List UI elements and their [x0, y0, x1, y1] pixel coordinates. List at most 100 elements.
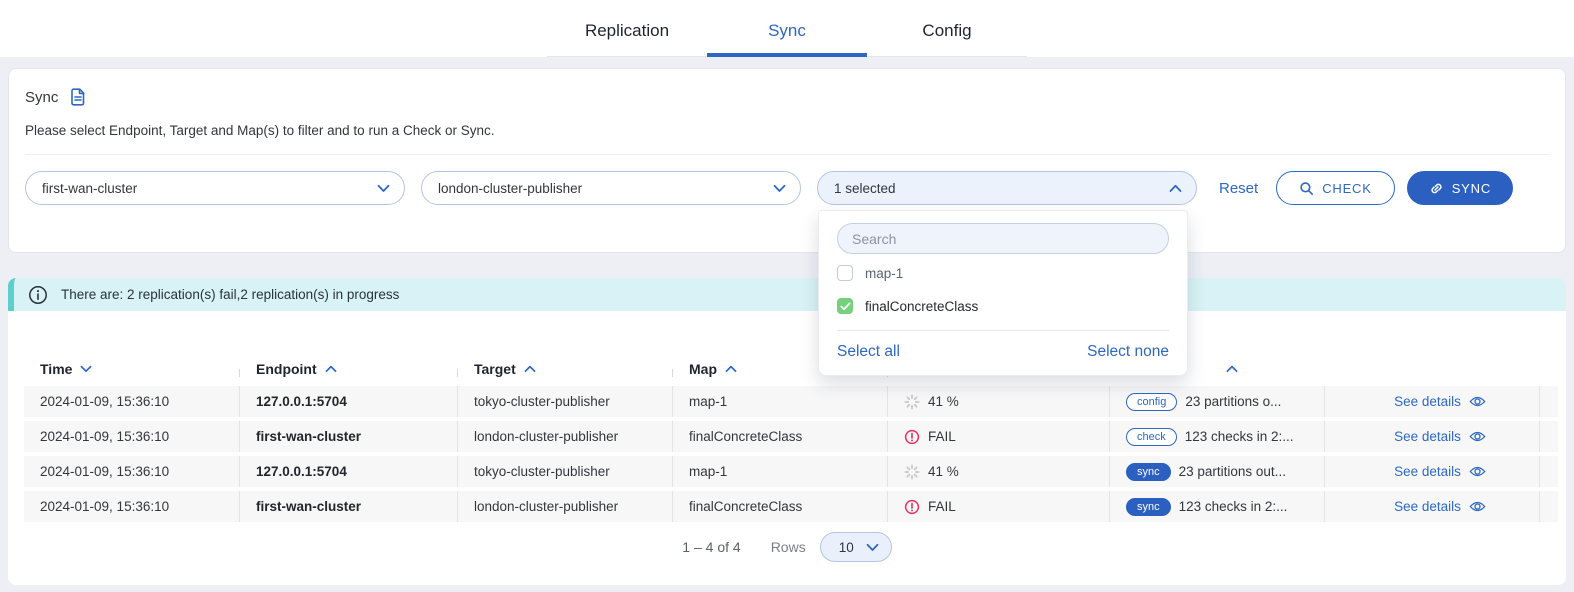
table-row: 2024-01-09, 15:36:10 first-wan-cluster l…: [24, 421, 1558, 452]
time-cell: 2024-01-09, 15:36:10: [24, 421, 240, 452]
message-text: 23 partitions out...: [1179, 464, 1286, 479]
status-text: FAIL: [928, 499, 956, 514]
info-icon: [28, 285, 48, 305]
target-select[interactable]: london-cluster-publisher: [421, 171, 801, 205]
checkbox-checked[interactable]: [837, 298, 853, 314]
endpoint-cell: 127.0.0.1:5704: [240, 456, 458, 487]
map-multiselect[interactable]: 1 selected map-1 finalConcreteClass: [817, 171, 1197, 205]
chevron-down-icon: [866, 543, 879, 552]
time-cell: 2024-01-09, 15:36:10: [24, 386, 240, 417]
map-cell: map-1: [673, 386, 888, 417]
endpoint-select[interactable]: first-wan-cluster: [25, 171, 405, 205]
map-dropdown-panel: map-1 finalConcreteClass Select all Sele…: [818, 210, 1188, 376]
filter-instructions: Please select Endpoint, Target and Map(s…: [25, 123, 1549, 155]
banner-text: There are: 2 replication(s) fail,2 repli…: [61, 287, 399, 302]
target-cell: tokyo-cluster-publisher: [458, 386, 673, 417]
time-cell: 2024-01-09, 15:36:10: [24, 491, 240, 522]
status-badge: config: [1126, 393, 1177, 411]
tab-sync[interactable]: Sync: [707, 7, 867, 57]
sync-filter-card: Sync Please select Endpoint, Target and …: [8, 68, 1566, 253]
tab-config[interactable]: Config: [867, 7, 1027, 57]
link-icon: [1429, 181, 1444, 196]
column-header-target[interactable]: Target: [458, 361, 673, 377]
see-details-link[interactable]: See details: [1394, 394, 1486, 409]
tab-group: Replication Sync Config: [547, 7, 1027, 57]
spinner-icon: [904, 394, 920, 410]
select-all-link[interactable]: Select all: [837, 343, 900, 361]
table-row: 2024-01-09, 15:36:10 127.0.0.1:5704 toky…: [24, 456, 1558, 487]
option-label: map-1: [865, 266, 903, 281]
map-cell: finalConcreteClass: [673, 491, 888, 522]
map-select-value: 1 selected: [834, 181, 896, 196]
map-option-finalconcreteclass[interactable]: finalConcreteClass: [837, 292, 1169, 320]
top-tab-bar: Replication Sync Config: [0, 0, 1574, 57]
info-banner: There are: 2 replication(s) fail,2 repli…: [8, 278, 1566, 311]
eye-icon: [1469, 500, 1486, 513]
message-text: 123 checks in 2:...: [1179, 499, 1288, 514]
status-badge: check: [1126, 428, 1177, 446]
check-button-label: CHECK: [1322, 181, 1372, 196]
message-text: 123 checks in 2:...: [1185, 429, 1294, 444]
map-option-map-1[interactable]: map-1: [837, 259, 1169, 287]
column-label: Target: [474, 361, 516, 377]
time-cell: 2024-01-09, 15:36:10: [24, 456, 240, 487]
chevron-up-icon: [1169, 184, 1182, 193]
select-none-link[interactable]: Select none: [1087, 343, 1169, 361]
page-range: 1 – 4 of 4: [682, 539, 740, 555]
map-cell: finalConcreteClass: [673, 421, 888, 452]
status-cell: FAIL: [888, 421, 1110, 452]
target-select-value: london-cluster-publisher: [438, 181, 582, 196]
sort-desc-icon: [80, 365, 92, 373]
table-row: 2024-01-09, 15:36:10 127.0.0.1:5704 toky…: [24, 386, 1558, 417]
see-details-link[interactable]: See details: [1394, 429, 1486, 444]
eye-icon: [1469, 395, 1486, 408]
rows-per-page-value: 10: [839, 540, 854, 555]
endpoint-select-value: first-wan-cluster: [42, 181, 137, 196]
search-input[interactable]: [837, 223, 1169, 254]
details-cell: See details: [1325, 386, 1540, 417]
document-icon[interactable]: [68, 87, 88, 107]
eye-icon: [1469, 430, 1486, 443]
status-badge: sync: [1126, 463, 1171, 481]
message-text: 23 partitions o...: [1185, 394, 1281, 409]
target-cell: london-cluster-publisher: [458, 421, 673, 452]
search-icon: [1299, 181, 1314, 196]
checkbox-unchecked[interactable]: [837, 265, 853, 281]
sync-table: Time Endpoint Target Map: [24, 351, 1558, 522]
filter-row: first-wan-cluster london-cluster-publish…: [25, 155, 1549, 205]
message-cell: config 23 partitions o...: [1110, 386, 1325, 417]
sync-button[interactable]: SYNC: [1407, 171, 1513, 205]
column-label: Time: [40, 361, 72, 377]
details-cell: See details: [1325, 421, 1540, 452]
fail-icon: [904, 429, 920, 445]
table-header: Time Endpoint Target Map: [24, 351, 1558, 386]
eye-icon: [1469, 465, 1486, 478]
target-cell: tokyo-cluster-publisher: [458, 456, 673, 487]
status-text: FAIL: [928, 429, 956, 444]
details-cell: See details: [1325, 491, 1540, 522]
see-details-link[interactable]: See details: [1394, 499, 1486, 514]
sort-asc-icon: [325, 365, 337, 373]
column-header-time[interactable]: Time: [24, 361, 240, 377]
message-cell: sync 23 partitions out...: [1110, 456, 1325, 487]
status-text: 41 %: [928, 394, 959, 409]
row-spacer: [1540, 386, 1558, 417]
see-details-link[interactable]: See details: [1394, 464, 1486, 479]
tab-replication[interactable]: Replication: [547, 7, 707, 57]
page-title: Sync: [25, 89, 58, 106]
reset-link[interactable]: Reset: [1219, 180, 1258, 197]
target-cell: london-cluster-publisher: [458, 491, 673, 522]
status-cell: 41 %: [888, 456, 1110, 487]
fail-icon: [904, 499, 920, 515]
check-button[interactable]: CHECK: [1276, 171, 1395, 205]
message-cell: check 123 checks in 2:...: [1110, 421, 1325, 452]
sort-asc-icon: [725, 365, 737, 373]
column-header-endpoint[interactable]: Endpoint: [240, 361, 458, 377]
rows-per-page-select[interactable]: 10: [820, 532, 892, 562]
sort-asc-icon: [524, 365, 536, 373]
map-cell: map-1: [673, 456, 888, 487]
message-cell: sync 123 checks in 2:...: [1110, 491, 1325, 522]
see-details-label: See details: [1394, 429, 1461, 444]
see-details-label: See details: [1394, 499, 1461, 514]
rows-per-page-label: Rows: [771, 539, 806, 555]
